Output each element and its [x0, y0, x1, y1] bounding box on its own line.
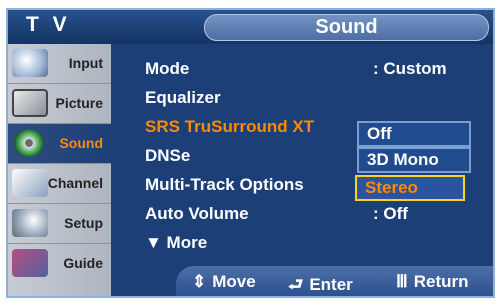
sidebar: Input Picture Sound Channel Setup Guide	[8, 44, 111, 296]
menu-item-mode[interactable]: Mode : Custom	[145, 56, 447, 82]
footer-hint-bar: ⇕ Move ⮐ Enter Ⅲ Return	[176, 266, 493, 296]
tv-osd-screen: T V Sound Input Picture Sound Channel Se…	[0, 0, 501, 304]
hint-return: Ⅲ Return	[396, 272, 469, 292]
sidebar-item-channel[interactable]: Channel	[8, 164, 111, 204]
channel-icon	[12, 169, 48, 197]
option-3d-mono[interactable]: 3D Mono	[357, 147, 471, 173]
sidebar-item-label: Setup	[64, 215, 103, 231]
menu-item-label: Multi-Track Options	[145, 175, 304, 194]
sidebar-item-label: Sound	[59, 135, 103, 151]
menu-item-srs-trusurround[interactable]: SRS TruSurround XT :	[145, 114, 379, 140]
sidebar-item-label: Input	[68, 55, 103, 71]
menu-item-label: DNSe	[145, 146, 191, 165]
osd-frame: T V Sound Input Picture Sound Channel Se…	[6, 8, 495, 298]
menu-item-label: SRS TruSurround XT	[145, 117, 315, 136]
hint-label: Enter	[309, 275, 353, 294]
setup-icon	[12, 209, 48, 237]
sidebar-item-sound[interactable]: Sound	[8, 124, 111, 164]
sidebar-item-setup[interactable]: Setup	[8, 204, 111, 244]
sidebar-item-label: Guide	[63, 255, 103, 271]
picture-icon	[12, 89, 48, 117]
menu-item-auto-volume[interactable]: Auto Volume : Off	[145, 201, 408, 227]
sidebar-item-label: Picture	[55, 95, 103, 111]
sidebar-item-input[interactable]: Input	[8, 44, 111, 84]
menu-item-equalizer[interactable]: Equalizer	[145, 85, 221, 111]
hint-label: Return	[413, 272, 469, 291]
menu-item-dnse[interactable]: DNSe	[145, 143, 190, 169]
sidebar-item-label: Channel	[47, 175, 103, 191]
auto-volume-value: : Off	[373, 204, 408, 223]
menu-item-label: Mode	[145, 59, 190, 78]
sound-icon	[14, 129, 44, 157]
return-icon: Ⅲ	[396, 272, 408, 291]
menu-item-label: Equalizer	[145, 88, 221, 107]
menu-item-more[interactable]: ▼ More	[145, 230, 207, 256]
option-stereo[interactable]: Stereo	[355, 175, 465, 201]
menu-item-multi-track[interactable]: Multi-Track Options	[145, 172, 304, 198]
menu-panel: Mode : Custom Equalizer SRS TruSurround …	[111, 44, 493, 264]
section-title: Sound	[204, 14, 489, 41]
tv-label: T V	[26, 13, 71, 36]
hint-label: Move	[212, 272, 256, 291]
hint-enter: ⮐ Enter	[288, 272, 353, 296]
option-off[interactable]: Off	[357, 121, 471, 147]
mode-value: : Custom	[373, 59, 447, 78]
hint-move: ⇕ Move	[192, 272, 256, 292]
menu-item-label: Auto Volume	[145, 204, 249, 223]
enter-icon: ⮐	[288, 275, 304, 294]
move-icon: ⇕	[192, 272, 207, 291]
title-bar: T V Sound	[8, 10, 493, 44]
guide-icon	[12, 249, 48, 277]
sidebar-item-guide[interactable]: Guide	[8, 244, 111, 284]
input-icon	[12, 49, 48, 77]
sidebar-item-picture[interactable]: Picture	[8, 84, 111, 124]
menu-item-label: ▼ More	[145, 233, 208, 252]
